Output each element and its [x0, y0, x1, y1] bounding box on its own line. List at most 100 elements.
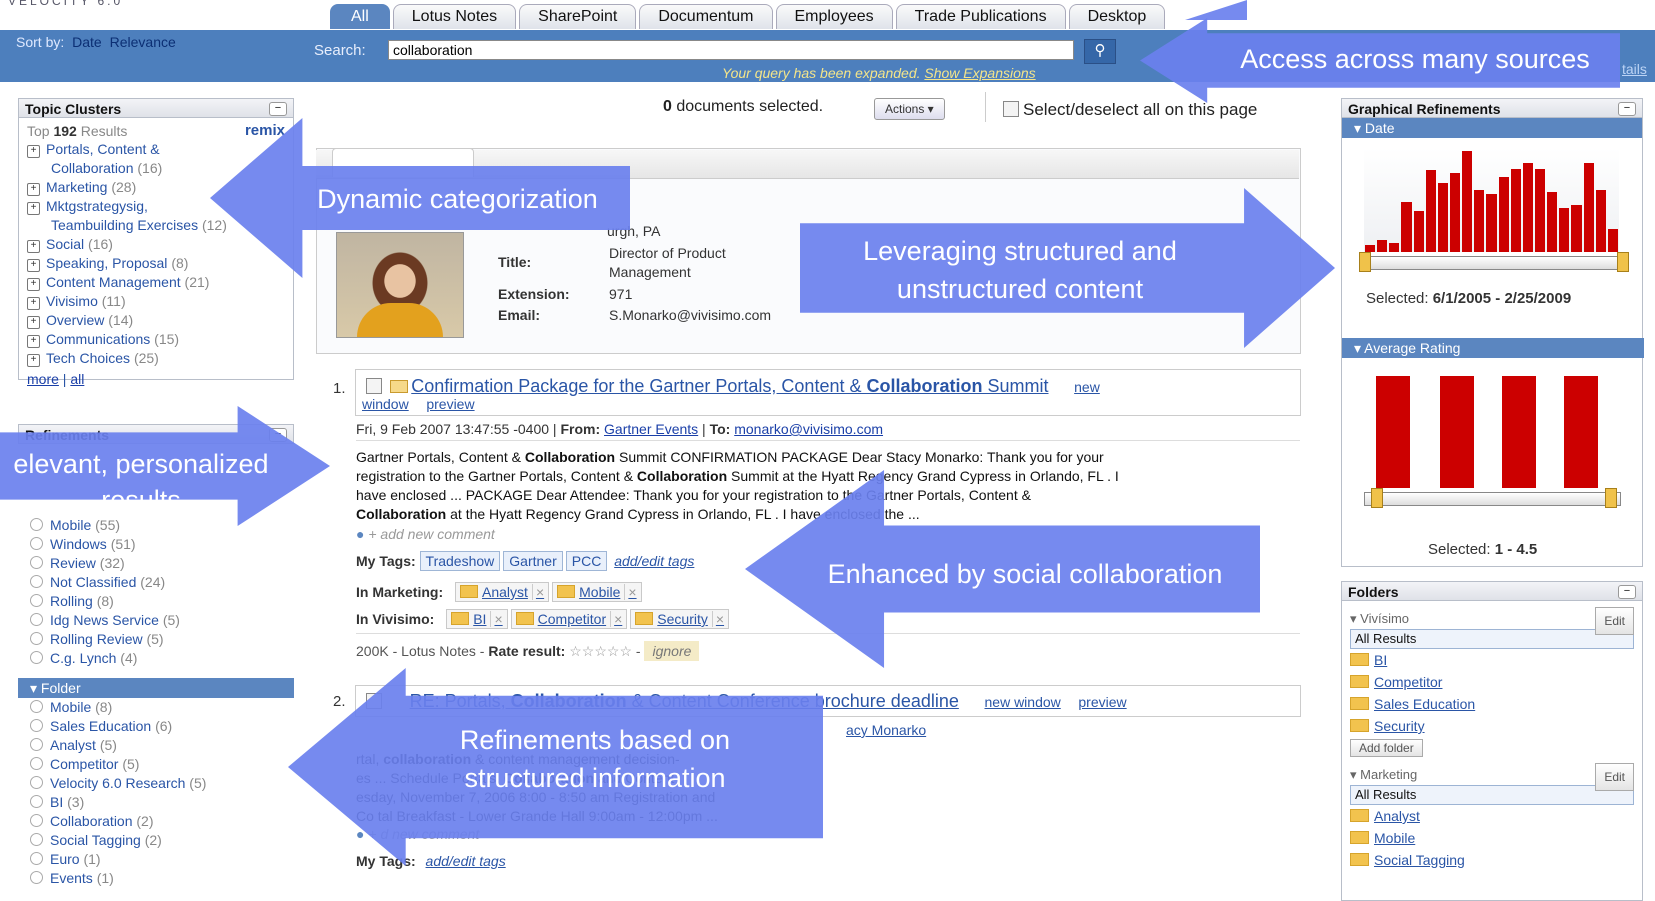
date-facet-header[interactable]: ▾ Date — [1342, 118, 1642, 138]
add-folder-button[interactable]: Add folder — [1350, 739, 1423, 757]
collapse-icon[interactable]: − — [269, 102, 287, 116]
tab-lotus-notes[interactable]: Lotus Notes — [392, 4, 517, 29]
radio-icon[interactable] — [30, 795, 43, 808]
topic-cluster-item[interactable]: + Communications (15) — [27, 330, 287, 349]
radio-icon[interactable] — [30, 852, 43, 865]
folder-tag[interactable]: BI × — [446, 609, 508, 629]
result-checkbox[interactable] — [366, 378, 382, 394]
new-window-link[interactable]: new — [1074, 379, 1100, 395]
folder-item[interactable]: Mobile — [1350, 827, 1634, 849]
new-window-link[interactable]: new window — [985, 694, 1061, 710]
select-all-checkbox[interactable]: Select/deselect all on this page — [1003, 100, 1257, 120]
date-slider-handle-right[interactable] — [1617, 252, 1629, 272]
folder-item[interactable]: BI — [1350, 649, 1634, 671]
more-clusters-link[interactable]: more — [27, 371, 59, 387]
topic-cluster-item[interactable]: + Content Management (21) — [27, 273, 287, 292]
to-link[interactable]: monarko@vivisimo.com — [734, 421, 883, 437]
tag-chip[interactable]: Tradeshow — [419, 551, 501, 571]
person-email-value[interactable]: S.Monarko@vivisimo.com — [609, 307, 771, 323]
folder-item[interactable]: Sales Education — [1350, 693, 1634, 715]
refinement-item[interactable]: Mobile (55) — [18, 516, 294, 535]
folder-tag[interactable]: Mobile × — [552, 582, 642, 602]
date-bar[interactable] — [1401, 202, 1412, 252]
details-link[interactable]: tails — [1622, 61, 1647, 77]
radio-icon[interactable] — [30, 700, 43, 713]
all-clusters-link[interactable]: all — [70, 371, 84, 387]
tab-documentum[interactable]: Documentum — [639, 4, 773, 29]
new-window-link-cont[interactable]: window — [362, 396, 409, 412]
expand-icon[interactable]: + — [27, 145, 40, 158]
collapse-icon[interactable]: − — [1618, 585, 1636, 599]
search-button[interactable]: ⚲ — [1084, 39, 1116, 64]
expand-icon[interactable]: + — [27, 278, 40, 291]
topic-cluster-item[interactable]: + Vivisimo (11) — [27, 292, 287, 311]
result-1-title[interactable]: Confirmation Package for the Gartner Por… — [411, 376, 1048, 396]
tab-sharepoint[interactable]: SharePoint — [519, 4, 637, 29]
result-2-person-link[interactable]: acy Monarko — [846, 722, 926, 738]
rating-histogram[interactable] — [1364, 376, 1619, 488]
refinement-item[interactable]: Social Tagging (2) — [18, 831, 294, 850]
topic-cluster-item[interactable]: + Social (16) — [27, 235, 287, 254]
refinement-item[interactable]: Euro (1) — [18, 850, 294, 869]
expand-icon[interactable]: + — [27, 316, 40, 329]
folder-item[interactable]: Security — [1350, 715, 1634, 737]
date-slider-handle-left[interactable] — [1359, 252, 1371, 272]
radio-icon[interactable] — [30, 613, 43, 626]
remove-icon[interactable]: × — [624, 584, 637, 600]
expand-icon[interactable]: + — [27, 202, 40, 215]
expand-icon[interactable]: + — [27, 240, 40, 253]
sort-relevance-link[interactable]: Relevance — [110, 34, 176, 50]
refinement-item[interactable]: Competitor (5) — [18, 755, 294, 774]
radio-icon[interactable] — [30, 719, 43, 732]
date-bar[interactable] — [1474, 189, 1485, 252]
refinement-item[interactable]: BI (3) — [18, 793, 294, 812]
radio-icon[interactable] — [30, 594, 43, 607]
folder-tag[interactable]: Security × — [630, 609, 730, 629]
rating-slider-handle-left[interactable] — [1371, 488, 1383, 508]
tag-chip[interactable]: PCC — [565, 551, 608, 571]
topic-cluster-item[interactable]: + Speaking, Proposal (8) — [27, 254, 287, 273]
add-edit-tags-link[interactable]: add/edit tags — [426, 853, 506, 869]
rating-facet-header[interactable]: ▾ Average Rating — [1342, 338, 1644, 358]
remove-icon[interactable]: × — [531, 584, 545, 600]
remove-icon[interactable]: × — [490, 611, 503, 627]
remove-icon[interactable]: × — [711, 611, 725, 627]
edit-folder-button[interactable]: Edit — [1595, 763, 1634, 791]
refinement-item[interactable]: Windows (51) — [18, 535, 294, 554]
date-range-slider[interactable] — [1364, 256, 1621, 270]
folder-tag[interactable]: Competitor × — [510, 609, 628, 629]
date-bar[interactable] — [1583, 162, 1594, 252]
date-bar[interactable] — [1559, 208, 1570, 252]
date-bar[interactable] — [1522, 162, 1533, 252]
date-bar[interactable] — [1607, 229, 1618, 252]
radio-icon[interactable] — [30, 871, 43, 884]
expand-icon[interactable]: + — [27, 259, 40, 272]
date-bar[interactable] — [1510, 168, 1521, 252]
remix-link[interactable]: remix — [245, 122, 285, 140]
tab-trade-publications[interactable]: Trade Publications — [895, 4, 1066, 29]
date-bar[interactable] — [1486, 193, 1497, 252]
expand-icon[interactable]: + — [27, 354, 40, 367]
sort-date-link[interactable]: Date — [72, 34, 102, 50]
rating-bar[interactable] — [1502, 376, 1536, 488]
folder-tag[interactable]: Analyst × — [455, 582, 550, 602]
radio-icon[interactable] — [30, 632, 43, 645]
rating-bar[interactable] — [1376, 376, 1410, 488]
date-bar[interactable] — [1377, 239, 1388, 252]
checkbox[interactable] — [1003, 101, 1019, 117]
add-edit-tags-link[interactable]: add/edit tags — [614, 553, 694, 569]
refinement-item[interactable]: C.g. Lynch (4) — [18, 649, 294, 668]
actions-dropdown[interactable]: Actions ▾ — [874, 98, 945, 120]
date-bar[interactable] — [1413, 211, 1424, 252]
refinement-item[interactable]: Idg News Service (5) — [18, 611, 294, 630]
rating-bar[interactable] — [1440, 376, 1474, 488]
rating-range-slider[interactable] — [1364, 492, 1621, 506]
expand-icon[interactable]: + — [27, 335, 40, 348]
date-bar[interactable] — [1595, 189, 1606, 252]
refinement-item[interactable]: Rolling Review (5) — [18, 630, 294, 649]
refinement-item[interactable]: Sales Education (6) — [18, 717, 294, 736]
date-histogram[interactable] — [1364, 148, 1619, 252]
refinement-item[interactable]: Events (1) — [18, 869, 294, 888]
radio-icon[interactable] — [30, 738, 43, 751]
rating-bar[interactable] — [1564, 376, 1598, 488]
